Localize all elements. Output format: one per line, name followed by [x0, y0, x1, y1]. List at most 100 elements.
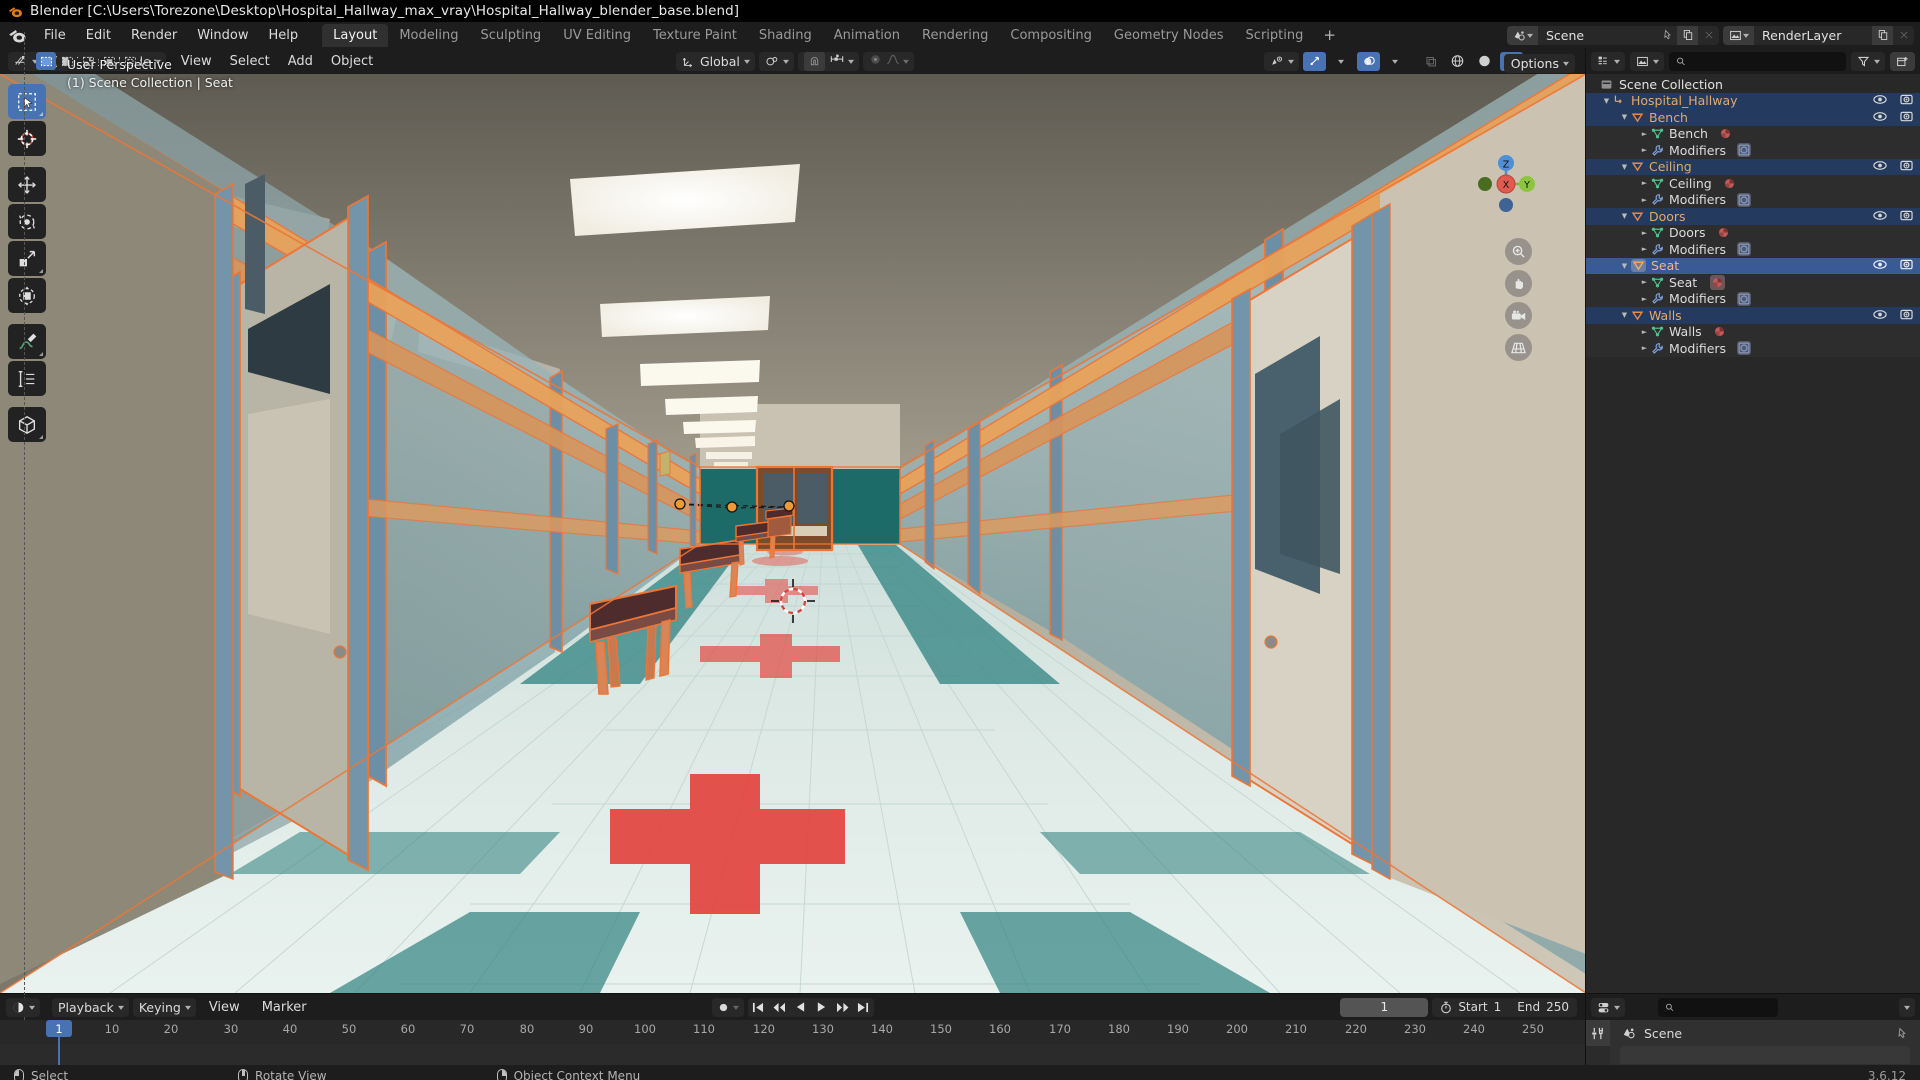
tab-sculpting[interactable]: Sculpting — [469, 24, 552, 47]
outliner-filter-button[interactable]: ▾ — [1850, 51, 1885, 71]
expand-triangle-icon[interactable]: ► — [1638, 344, 1651, 352]
material-icon[interactable] — [1719, 127, 1732, 140]
select-invert-icon[interactable] — [99, 52, 119, 70]
play-icon[interactable] — [811, 998, 832, 1017]
tab-geometry-nodes[interactable]: Geometry Nodes — [1103, 24, 1235, 47]
properties-search-input[interactable] — [1679, 1000, 1772, 1014]
proportional-falloff-icon[interactable] — [886, 53, 900, 70]
camera-render-icon[interactable] — [1900, 308, 1913, 323]
expand-triangle-icon[interactable]: ► — [1638, 328, 1651, 336]
expand-triangle-icon[interactable]: ► — [1638, 179, 1651, 187]
navigation-gizmo[interactable]: Z Y X — [1468, 146, 1544, 222]
outliner-row-seat-object[interactable]: ▼ Seat — [1586, 257, 1920, 274]
camera-render-icon[interactable] — [1900, 110, 1913, 125]
expand-triangle-icon[interactable]: ► — [1638, 130, 1651, 138]
tool-transform[interactable] — [8, 278, 46, 313]
outliner-search-input[interactable] — [1691, 54, 1839, 68]
tool-add-cube[interactable] — [8, 407, 46, 442]
viewport-menu-add[interactable]: Add — [279, 51, 322, 72]
outliner-row-doors-object[interactable]: ▼ Doors — [1586, 208, 1920, 225]
properties-editor-type-selector[interactable]: ▾ — [1591, 997, 1626, 1017]
menu-render[interactable]: Render — [121, 25, 187, 46]
overlays-dropdown-icon[interactable]: ▾ — [1330, 52, 1353, 71]
outliner-row-bench-mesh[interactable]: ► Bench — [1586, 125, 1920, 142]
viewport-gizmos-toggle[interactable]: ▾ — [1263, 51, 1299, 71]
camera-render-icon[interactable] — [1900, 159, 1913, 174]
outliner-row-walls-modifiers[interactable]: ► Modifiers — [1586, 340, 1920, 357]
outliner-new-collection-button[interactable] — [1890, 51, 1915, 71]
pin-scene-icon[interactable] — [1656, 26, 1677, 45]
jump-to-end-icon[interactable] — [853, 998, 874, 1017]
timeline-ruler[interactable]: 1 10 20 30 40 50 60 70 80 90 100 110 120… — [0, 1020, 1585, 1044]
outliner-display-mode-selector[interactable]: ▾ — [1630, 51, 1665, 71]
expand-triangle-icon[interactable]: ► — [1638, 278, 1651, 286]
play-reverse-icon[interactable] — [790, 998, 811, 1017]
viewport-options-button[interactable]: Options ▾ — [1503, 54, 1575, 73]
proportional-editing-group[interactable]: ▾ — [862, 51, 914, 71]
expand-triangle-icon[interactable]: ► — [1638, 245, 1651, 253]
outliner-search-box[interactable] — [1669, 51, 1846, 71]
properties-options-dropdown[interactable]: ▾ — [1898, 997, 1915, 1017]
tool-move[interactable] — [8, 167, 46, 202]
eye-icon[interactable] — [1873, 159, 1887, 174]
material-icon[interactable] — [1713, 325, 1726, 338]
current-frame-field[interactable]: 1 — [1340, 997, 1429, 1017]
playback-menu[interactable]: Playback ▾ — [52, 997, 129, 1017]
outliner-row-doors-modifiers[interactable]: ► Modifiers — [1586, 241, 1920, 258]
expand-triangle-icon[interactable]: ► — [1638, 196, 1651, 204]
xray-toggle[interactable] — [1357, 51, 1380, 71]
timeline-playhead-label[interactable]: 1 — [46, 1020, 72, 1037]
select-intersect-icon[interactable] — [120, 52, 140, 70]
tab-animation[interactable]: Animation — [823, 24, 911, 47]
jump-next-keyframe-icon[interactable] — [832, 998, 853, 1017]
eye-icon[interactable] — [1873, 308, 1887, 323]
timeline-editor-type-selector[interactable]: ▾ — [6, 997, 41, 1017]
tool-cursor[interactable] — [8, 121, 46, 156]
end-frame-value[interactable]: 250 — [1546, 1000, 1569, 1014]
tab-uv-editing[interactable]: UV Editing — [552, 24, 642, 47]
scene-name-field[interactable]: Scene — [1538, 25, 1656, 45]
camera-view-icon[interactable] — [1505, 302, 1532, 329]
add-workspace-button[interactable]: + — [1314, 24, 1345, 46]
properties-search-box[interactable] — [1658, 997, 1779, 1017]
toggle-perspective-icon[interactable] — [1505, 334, 1532, 361]
expand-triangle-icon[interactable]: ▼ — [1618, 262, 1631, 270]
proportional-edit-icon[interactable] — [869, 53, 882, 70]
timeline-playhead[interactable] — [58, 1037, 60, 1065]
tool-measure[interactable] — [8, 361, 46, 396]
outliner-row-doors-mesh[interactable]: ► Doors — [1586, 224, 1920, 241]
snap-controls-group[interactable]: ▾ — [797, 51, 859, 71]
properties-tab-tool[interactable] — [1586, 1020, 1610, 1046]
outliner-row-walls-object[interactable]: ▼ Walls — [1586, 307, 1920, 324]
tool-rotate[interactable] — [8, 204, 46, 239]
menu-edit[interactable]: Edit — [76, 25, 121, 46]
timeline-menu-marker[interactable]: Marker — [253, 997, 316, 1018]
material-icon[interactable] — [1723, 177, 1736, 190]
camera-render-icon[interactable] — [1900, 93, 1913, 108]
start-frame-value[interactable]: 1 — [1494, 1000, 1502, 1014]
viewport-menu-select[interactable]: Select — [221, 51, 279, 72]
expand-triangle-icon[interactable]: ▼ — [1618, 163, 1631, 171]
menu-help[interactable]: Help — [259, 25, 309, 46]
shading-wireframe-button[interactable] — [1419, 52, 1442, 71]
viewport-menu-view[interactable]: View — [172, 51, 221, 72]
view-layer-name-field[interactable]: RenderLayer — [1754, 25, 1872, 45]
subsurf-modifier-icon[interactable] — [1737, 143, 1752, 158]
outliner-tree[interactable]: Scene Collection ▼ Hospital_Hallway ▼ Be… — [24, 32, 1920, 1080]
expand-triangle-icon[interactable]: ▼ — [1600, 97, 1613, 105]
tab-modeling[interactable]: Modeling — [388, 24, 469, 47]
outliner-row-ceiling-modifiers[interactable]: ► Modifiers — [1586, 191, 1920, 208]
eye-icon[interactable] — [1873, 93, 1887, 108]
outliner-row-ceiling-object[interactable]: ▼ Ceiling — [1586, 158, 1920, 175]
outliner-row-scene-collection[interactable]: Scene Collection — [1586, 76, 1920, 93]
eye-icon[interactable] — [1873, 110, 1887, 125]
outliner-row-walls-mesh[interactable]: ► Walls — [1586, 323, 1920, 340]
viewport-canvas[interactable] — [0, 74, 1585, 993]
tool-annotate[interactable] — [8, 324, 46, 359]
xray-dropdown-icon[interactable]: ▾ — [1384, 52, 1407, 71]
select-subtract-icon[interactable] — [78, 52, 98, 70]
eye-icon[interactable] — [1873, 258, 1887, 273]
outliner-row-hospital-hallway[interactable]: ▼ Hospital_Hallway — [1586, 92, 1920, 109]
jump-to-start-icon[interactable] — [748, 998, 769, 1017]
scene-selector[interactable]: ▾ Scene — [1507, 25, 1719, 45]
